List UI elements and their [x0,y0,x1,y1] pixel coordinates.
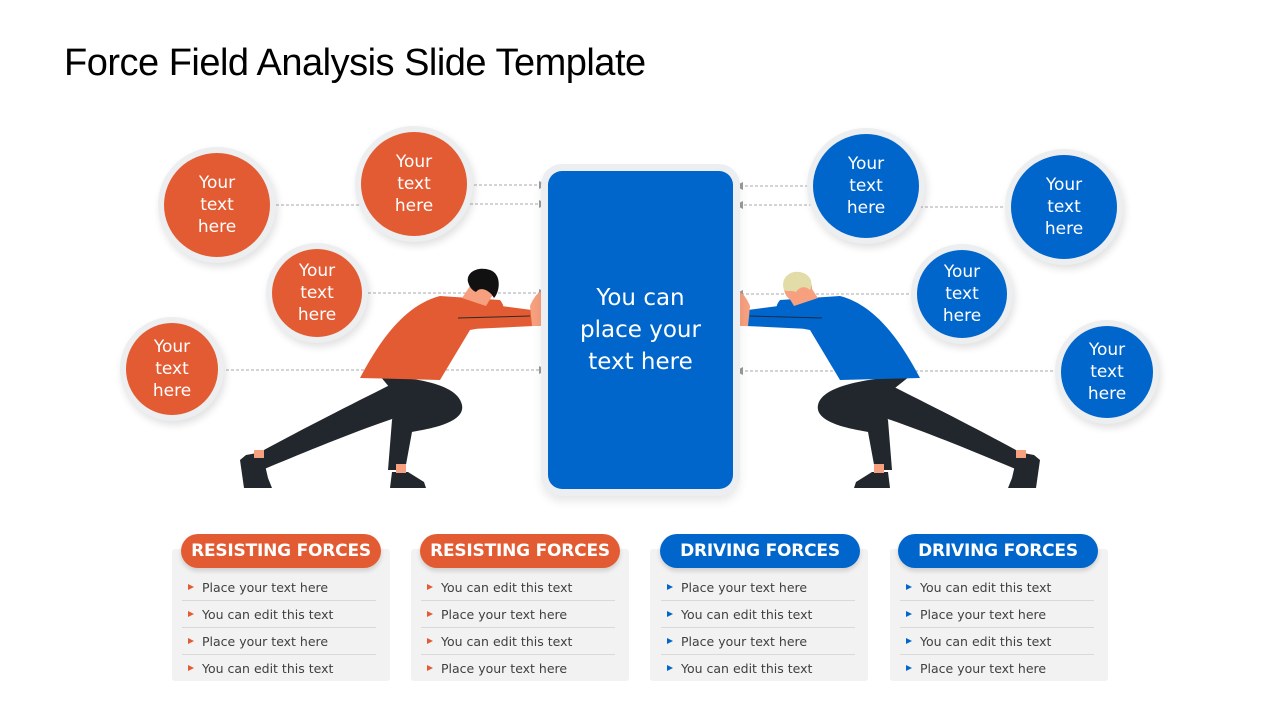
list-item-text: Place your text here [441,660,568,676]
list-item[interactable]: You can edit this text [661,601,855,628]
list-item-text: You can edit this text [920,633,1052,649]
list-item[interactable]: Place your text here [900,655,1094,681]
driving-forces-list: You can edit this text Place your text h… [900,574,1094,681]
circle-text: Your text here [152,337,192,401]
list-item-text: Place your text here [441,606,568,622]
list-item-text: You can edit this text [920,579,1052,595]
driving-forces-list: Place your text here You can edit this t… [661,574,855,681]
resisting-forces-header[interactable]: RESISTING FORCES [181,534,381,568]
list-item[interactable]: Place your text here [421,655,615,681]
triangle-bullet-icon [906,584,912,590]
resisting-force-circle[interactable]: Your text here [272,249,362,337]
triangle-bullet-icon [906,638,912,644]
triangle-bullet-icon [667,584,673,590]
triangle-bullet-icon [667,611,673,617]
circle-text: Your text here [1087,340,1127,404]
circle-text: Your text here [846,154,886,218]
resisting-force-circle[interactable]: Your text here [361,132,467,236]
list-item-text: Place your text here [681,633,808,649]
triangle-bullet-icon [188,611,194,617]
list-item-text: You can edit this text [441,579,573,595]
list-item-text: Place your text here [681,579,808,595]
resisting-force-circle[interactable]: Your text here [126,323,218,415]
driving-force-circle[interactable]: Your text here [917,250,1007,338]
list-item[interactable]: You can edit this text [182,601,376,628]
list-item[interactable]: Place your text here [661,628,855,655]
center-change-box[interactable]: You can place your text here [548,171,733,489]
list-item-text: Place your text here [202,579,329,595]
triangle-bullet-icon [667,665,673,671]
list-item[interactable]: You can edit this text [421,628,615,655]
resisting-forces-list: You can edit this text Place your text h… [421,574,615,681]
circle-text: Your text here [197,173,237,237]
triangle-bullet-icon [906,665,912,671]
list-item[interactable]: Place your text here [182,628,376,655]
circle-text: Your text here [297,261,337,325]
list-item-text: You can edit this text [202,660,334,676]
list-item-text: Place your text here [202,633,329,649]
list-item[interactable]: You can edit this text [900,574,1094,601]
triangle-bullet-icon [427,611,433,617]
resisting-force-circle[interactable]: Your text here [164,153,270,257]
triangle-bullet-icon [427,638,433,644]
triangle-bullet-icon [188,638,194,644]
list-item[interactable]: Place your text here [421,601,615,628]
list-item[interactable]: You can edit this text [661,655,855,681]
list-item[interactable]: Place your text here [182,574,376,601]
resisting-forces-list: Place your text here You can edit this t… [182,574,376,681]
triangle-bullet-icon [427,665,433,671]
list-item[interactable]: You can edit this text [900,628,1094,655]
triangle-bullet-icon [188,665,194,671]
driving-force-circle[interactable]: Your text here [1011,155,1117,259]
driving-forces-header[interactable]: DRIVING FORCES [660,534,860,568]
list-item[interactable]: You can edit this text [421,574,615,601]
list-item-text: You can edit this text [681,606,813,622]
center-text: You can place your text here [580,285,701,375]
list-item-text: Place your text here [920,606,1047,622]
triangle-bullet-icon [427,584,433,590]
resisting-forces-header[interactable]: RESISTING FORCES [420,534,620,568]
list-item[interactable]: Place your text here [900,601,1094,628]
driving-forces-header[interactable]: DRIVING FORCES [898,534,1098,568]
triangle-bullet-icon [906,611,912,617]
list-item-text: You can edit this text [681,660,813,676]
list-item-text: Place your text here [920,660,1047,676]
triangle-bullet-icon [667,638,673,644]
circle-text: Your text here [394,152,434,216]
list-item-text: You can edit this text [202,606,334,622]
list-item[interactable]: Place your text here [661,574,855,601]
driving-force-circle[interactable]: Your text here [813,134,919,238]
driving-force-circle[interactable]: Your text here [1061,326,1153,418]
triangle-bullet-icon [188,584,194,590]
circle-text: Your text here [942,262,982,326]
list-item-text: You can edit this text [441,633,573,649]
list-item[interactable]: You can edit this text [182,655,376,681]
circle-text: Your text here [1044,175,1084,239]
